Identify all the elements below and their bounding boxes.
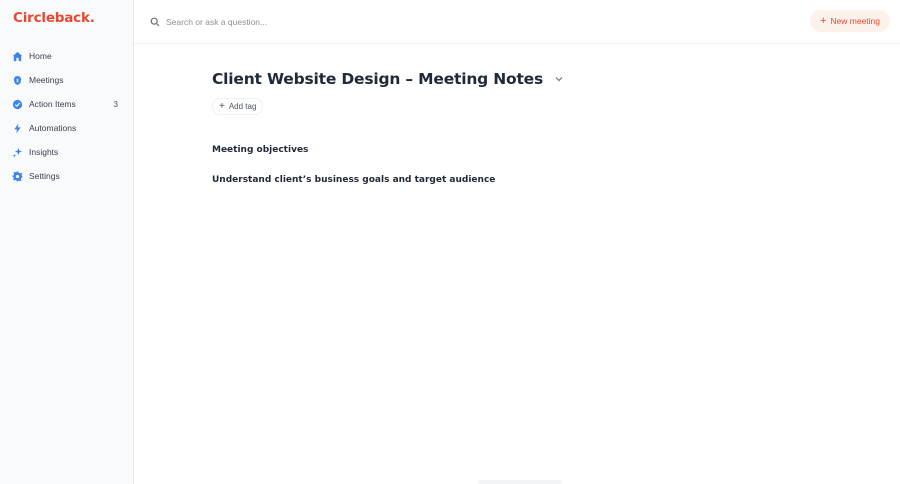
- plus-icon: +: [819, 14, 827, 27]
- sidebar-item-label: Insights: [29, 147, 59, 157]
- search-input[interactable]: [166, 17, 526, 27]
- top-bar: + New meeting: [134, 0, 900, 44]
- add-tag-button[interactable]: + Add tag: [212, 98, 264, 115]
- sidebar-item-action-items[interactable]: Action Items 3: [0, 92, 134, 116]
- section-item: Understand client’s business goals and t…: [212, 175, 496, 185]
- sidebar-item-meetings[interactable]: Meetings: [0, 68, 134, 92]
- sidebar-item-label: Home: [29, 51, 52, 61]
- home-icon: [12, 51, 23, 62]
- bottom-popup-edge: [478, 480, 562, 484]
- sidebar-nav: Home Meetings Action Items 3 Automations: [0, 44, 134, 188]
- sidebar-item-automations[interactable]: Automations: [0, 116, 134, 140]
- app-logo[interactable]: Circleback.: [13, 10, 95, 26]
- search-bar: [150, 14, 550, 30]
- chevron-down-icon[interactable]: [553, 73, 565, 85]
- lightning-icon: [12, 122, 23, 134]
- action-items-icon: [12, 99, 23, 110]
- gear-icon: [12, 170, 23, 182]
- sidebar-item-label: Automations: [29, 123, 77, 133]
- meeting-title-row: Client Website Design – Meeting Notes: [212, 70, 565, 88]
- action-items-count-badge: 3: [113, 99, 118, 109]
- new-meeting-button[interactable]: + New meeting: [810, 10, 890, 32]
- sidebar-item-label: Settings: [29, 171, 60, 181]
- add-tag-label: Add tag: [228, 102, 257, 111]
- sidebar-item-home[interactable]: Home: [0, 44, 134, 68]
- plus-icon: +: [219, 100, 225, 112]
- section-heading: Meeting objectives: [212, 145, 309, 155]
- sidebar-item-label: Action Items: [29, 99, 76, 109]
- meeting-title[interactable]: Client Website Design – Meeting Notes: [212, 70, 543, 88]
- sidebar-item-label: Meetings: [29, 75, 64, 85]
- sidebar-item-settings[interactable]: Settings: [0, 164, 134, 188]
- meetings-icon: [12, 75, 23, 86]
- sidebar: Circleback. Home Meetings Action Items 3: [0, 0, 134, 484]
- main-content: Client Website Design – Meeting Notes + …: [134, 44, 900, 484]
- sidebar-item-insights[interactable]: Insights: [0, 140, 134, 164]
- search-icon: [150, 17, 160, 27]
- new-meeting-label: New meeting: [830, 16, 881, 26]
- sparkles-icon: [12, 147, 23, 158]
